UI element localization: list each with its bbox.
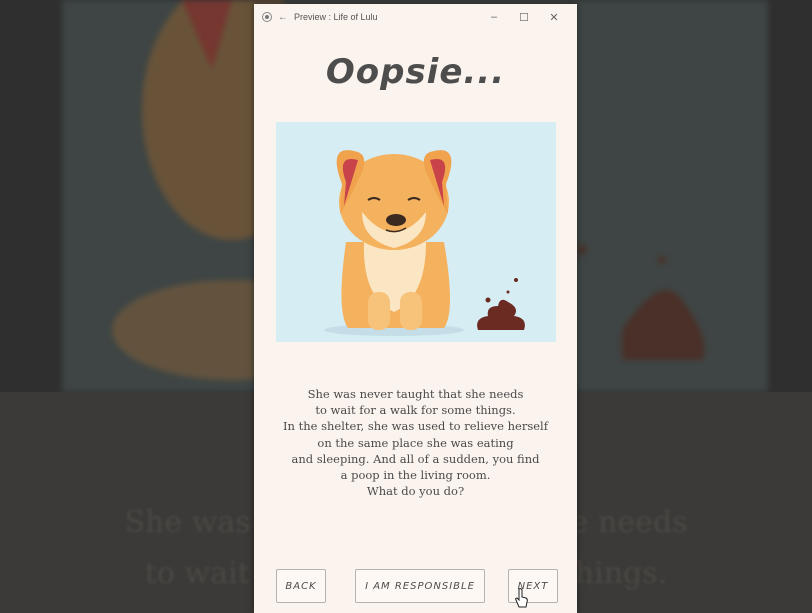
story-line: What do you do? xyxy=(366,484,465,499)
preview-window: ← Preview : Life of Lulu – ☐ ✕ Oopsie... xyxy=(254,4,577,613)
back-button[interactable]: BACK xyxy=(276,569,326,603)
minimize-icon[interactable]: – xyxy=(479,11,509,23)
story-line: on the same place she was eating xyxy=(317,435,514,450)
story-line: She was never taught that she needs xyxy=(307,387,524,401)
close-icon[interactable]: ✕ xyxy=(539,11,569,24)
window-titlebar: ← Preview : Life of Lulu – ☐ ✕ xyxy=(254,4,577,30)
i-am-responsible-button[interactable]: I AM RESPONSIBLE xyxy=(355,569,485,603)
hand-cursor-icon xyxy=(515,588,528,608)
story-line: a poop in the living room. xyxy=(340,468,491,483)
app-icon xyxy=(262,12,272,22)
dog-illustration xyxy=(276,122,556,342)
maximize-icon[interactable]: ☐ xyxy=(509,11,539,24)
story-line: In the shelter, she was used to relieve … xyxy=(283,419,548,434)
page-title: Oopsie... xyxy=(325,52,506,92)
window-title: Preview : Life of Lulu xyxy=(294,12,378,22)
story-text: She was never taught that she needs to w… xyxy=(264,386,567,499)
story-line: to wait for a walk for some things. xyxy=(315,403,516,418)
story-line: and sleeping. And all of a sudden, you f… xyxy=(291,451,540,466)
back-arrow-icon[interactable]: ← xyxy=(278,12,288,23)
